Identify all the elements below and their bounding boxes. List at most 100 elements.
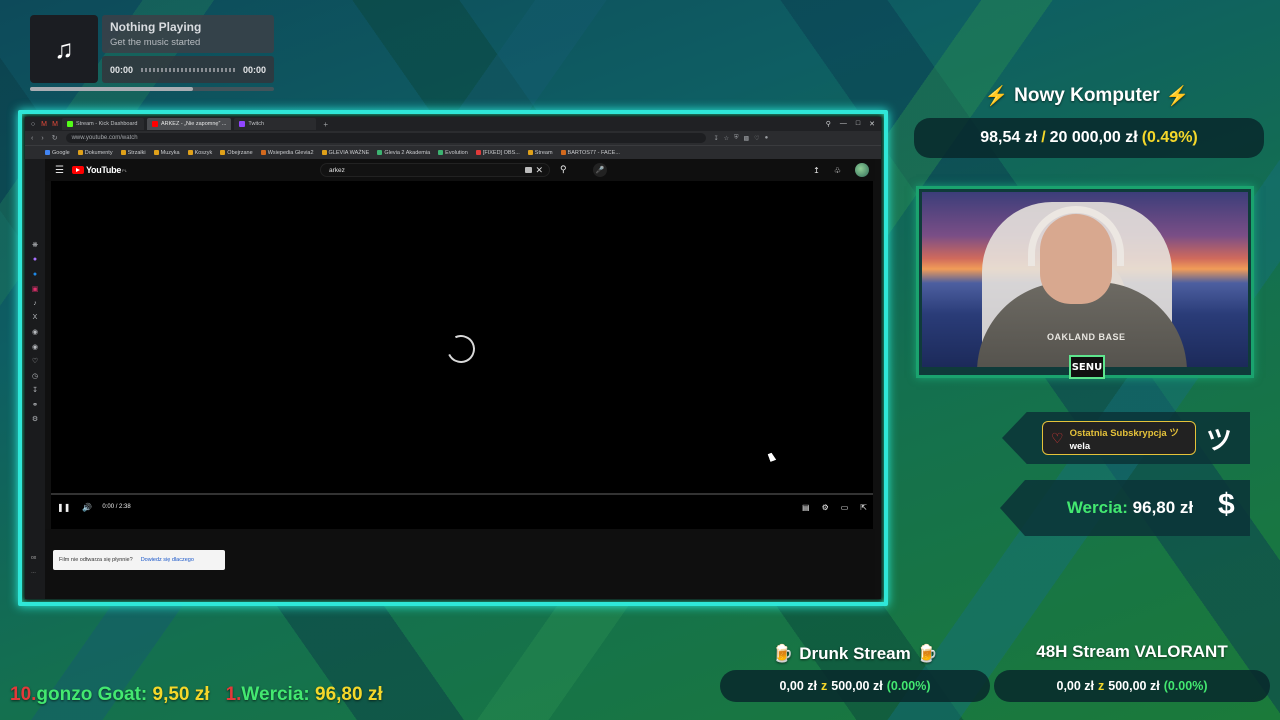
new-tab-icon[interactable]: + <box>319 120 332 129</box>
pause-icon[interactable]: ❚❚ <box>57 503 70 512</box>
theater-mode-icon[interactable]: ▭ <box>841 503 849 512</box>
leaderboard-amount: 96,80 zł <box>315 684 383 705</box>
goal-main-percent: (0.49%) <box>1141 129 1198 146</box>
goal-48h-current: 0,00 zł <box>1056 679 1095 693</box>
music-title: Nothing Playing <box>110 20 202 34</box>
bookmark-item[interactable]: [FIXED] OBS... <box>475 150 520 156</box>
discord-icon[interactable]: ◉ <box>31 328 39 336</box>
minimize-icon[interactable]: — <box>840 120 847 128</box>
url-input[interactable]: www.youtube.com/watch <box>65 133 706 143</box>
tip-link[interactable]: Dowiedz się dlaczego <box>141 557 194 563</box>
leaderboard-entry: 1.Wercia: 96,80 zł <box>225 684 383 705</box>
bookmark-item[interactable]: Glevia 2 Akademia <box>377 150 430 156</box>
folder-icon <box>321 150 327 155</box>
bookmark-item[interactable]: BARTOS77 - FACE... <box>560 149 620 156</box>
youtube-logo-icon[interactable] <box>71 166 84 174</box>
bookmark-item[interactable]: Koszyk <box>187 150 212 156</box>
browser-menu-icon[interactable]: ○ <box>29 120 37 128</box>
tab-kick[interactable]: Stream - Kick Dashboard <box>62 118 144 130</box>
goal-main-target: 20 000,00 zł <box>1049 129 1138 146</box>
music-waveform <box>141 67 235 72</box>
upload-icon[interactable]: ↥ <box>813 166 820 175</box>
close-icon[interactable]: ✕ <box>869 120 875 128</box>
goal-main-current: 98,54 zł <box>980 129 1038 146</box>
youtube-logo[interactable]: YouTube <box>86 165 121 175</box>
messenger-blue-icon[interactable]: ● <box>31 270 39 278</box>
music-subtitle: Get the music started <box>110 37 201 48</box>
tab-twitch[interactable]: Twitch <box>234 118 317 130</box>
microphone-icon[interactable]: 🎤 <box>593 163 607 177</box>
bookmark-label: Wsiepedia Glevia2 <box>267 149 314 156</box>
bookmark-item[interactable]: Evolution <box>438 150 468 156</box>
bookmark-item[interactable]: Muzyka <box>153 150 180 156</box>
bookmark-item[interactable]: GLEVIA WAŻNE <box>321 149 370 156</box>
extension-icons: ↧ ☆ ⛨ ▩ ♡ ● <box>714 135 769 142</box>
history-icon[interactable]: ◷ <box>31 372 39 380</box>
bookmark-item[interactable]: Dokumenty <box>77 150 113 156</box>
gmail-icon-2[interactable]: M <box>51 120 59 128</box>
video-progress-bar[interactable] <box>51 493 873 495</box>
bookmark-item[interactable]: Strzałki <box>120 149 146 156</box>
extensions-icon[interactable]: ▩ <box>744 135 750 142</box>
forward-icon[interactable]: › <box>41 135 43 142</box>
instagram-icon[interactable]: ▣ <box>31 285 39 293</box>
bookmark-item[interactable]: Obejrzane <box>220 150 253 156</box>
heart-icon[interactable]: ♡ <box>754 135 759 142</box>
bookmark-label: Strzałki <box>127 149 146 156</box>
extension-icon[interactable]: ⚭ <box>31 401 39 409</box>
settings-icon[interactable]: ⚙ <box>822 503 829 512</box>
bookmark-label: Stream <box>534 149 553 156</box>
music-progress-fill <box>30 87 194 91</box>
bookmark-item[interactable]: Google <box>45 150 70 156</box>
bookmark-label: GLEVIA WAŻNE <box>328 149 370 156</box>
tiktok-icon[interactable]: ♪ <box>31 299 39 307</box>
gmail-icon[interactable]: M <box>40 120 48 128</box>
download-icon[interactable]: ↧ <box>31 386 39 394</box>
avatar[interactable] <box>855 163 869 177</box>
bookmark-label: Google <box>52 149 70 156</box>
goal-48h-title: 48H Stream VALORANT <box>994 642 1270 662</box>
goal-48h-target: 500,00 zł <box>1108 679 1160 693</box>
top-donation: Wercia: 96,80 zł <box>1066 498 1194 517</box>
sidebar-label: ox <box>31 555 37 561</box>
play-circle-icon[interactable]: ◉ <box>31 343 39 351</box>
bookmark-item[interactable]: Stream <box>527 149 553 156</box>
messenger-icon[interactable]: ● <box>31 256 39 264</box>
back-icon[interactable]: ‹ <box>31 135 33 142</box>
search-icon[interactable]: ⚲ <box>560 164 567 175</box>
keyboard-icon[interactable] <box>525 167 532 173</box>
hamburger-menu-icon[interactable]: ☰ <box>55 165 64 176</box>
video-player[interactable] <box>51 181 873 529</box>
goal-drunk-percent: (0.00%) <box>886 679 931 693</box>
bookmark-item[interactable]: Wsiepedia Glevia2 <box>260 149 314 156</box>
screen-capture-frame: ○ M M Stream - Kick Dashboard ARKEZ - „N… <box>18 110 888 606</box>
heart-icon[interactable]: ♡ <box>31 357 39 365</box>
mouse-cursor-icon <box>767 452 777 462</box>
profile-icon[interactable]: ● <box>765 135 769 142</box>
download-icon[interactable]: ↧ <box>714 135 719 142</box>
bookmark-label: BARTOS77 - FACE... <box>567 149 620 156</box>
volume-icon[interactable]: 🔊 <box>82 503 92 512</box>
bell-icon[interactable]: ♧ <box>834 166 841 175</box>
leaderboard-rank: 10. <box>10 684 37 705</box>
more-icon[interactable]: … <box>31 569 36 575</box>
bookmarks-bar: Google Dokumenty Strzałki Muzyka Koszyk … <box>25 145 881 159</box>
goal-drunk-progress: 0,00 zł z 500,00 zł (0.00%) <box>720 670 990 702</box>
subtitles-icon[interactable]: ▤ <box>802 503 810 512</box>
goal-drunk-title-text: Drunk Stream <box>799 644 911 663</box>
settings-icon[interactable]: ⚙ <box>31 415 39 423</box>
chatgpt-icon[interactable]: ❋ <box>31 241 39 249</box>
browser-window: ○ M M Stream - Kick Dashboard ARKEZ - „N… <box>25 117 881 599</box>
bookmark-star-icon[interactable]: ☆ <box>724 135 729 142</box>
tab-youtube[interactable]: ARKEZ - „Nie zapomnę” ... <box>147 118 232 130</box>
channel-logo: SENU <box>1069 355 1105 379</box>
reload-icon[interactable]: ↻ <box>52 134 58 142</box>
fullscreen-icon[interactable]: ⇱ <box>860 503 867 512</box>
x-icon[interactable]: X <box>31 314 39 322</box>
clear-search-icon[interactable]: ✕ <box>535 164 543 176</box>
youtube-search-input[interactable]: arkez ✕ <box>320 163 550 177</box>
search-tabs-icon[interactable]: ⚲ <box>826 120 831 128</box>
shield-icon[interactable]: ⛨ <box>734 135 739 142</box>
folder-icon <box>220 150 226 155</box>
maximize-icon[interactable]: □ <box>856 120 860 128</box>
